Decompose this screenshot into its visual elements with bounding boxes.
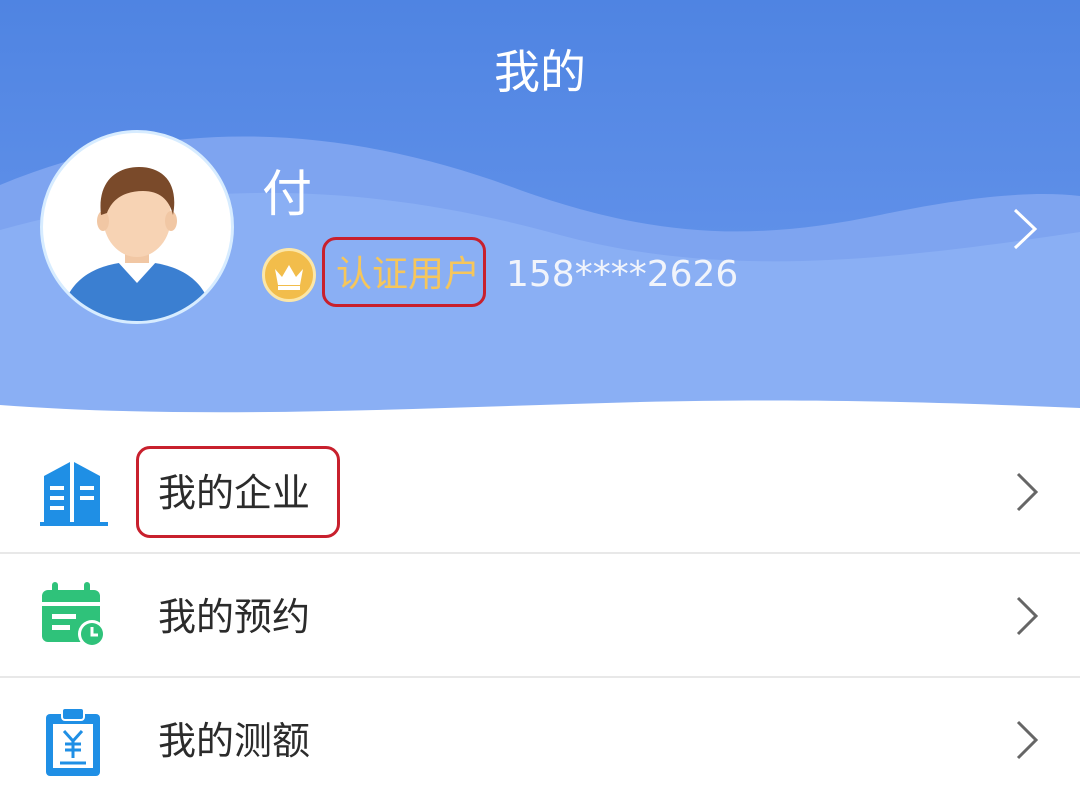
chevron-right-icon — [1016, 596, 1039, 636]
verified-badge — [262, 248, 316, 302]
chevron-right-icon — [1016, 720, 1039, 760]
profile-header: 我的 付 认证用户 158****2626 — [0, 0, 1080, 440]
building-icon — [40, 462, 108, 526]
page-title: 我的 — [494, 45, 586, 99]
chevron-right-icon — [1016, 472, 1039, 512]
chevron-right-icon[interactable] — [1010, 206, 1040, 252]
menu-label-my-appointments: 我的预约 — [158, 595, 311, 639]
menu-label-my-quota: 我的测额 — [158, 719, 311, 763]
avatar[interactable] — [40, 130, 234, 324]
clipboard-yuan-icon — [46, 707, 100, 776]
phone-number: 158****2626 — [506, 254, 739, 295]
menu-item-my-appointments[interactable]: 我的预约 — [0, 554, 1080, 678]
calendar-clock-icon — [42, 582, 106, 648]
crown-icon — [275, 265, 303, 290]
annotation-highlight-enterprise — [136, 446, 340, 538]
menu-item-my-quota[interactable]: 我的测额 — [0, 678, 1080, 802]
user-avatar-icon — [63, 167, 211, 321]
annotation-highlight-status — [322, 237, 486, 307]
user-name: 付 — [262, 165, 312, 223]
